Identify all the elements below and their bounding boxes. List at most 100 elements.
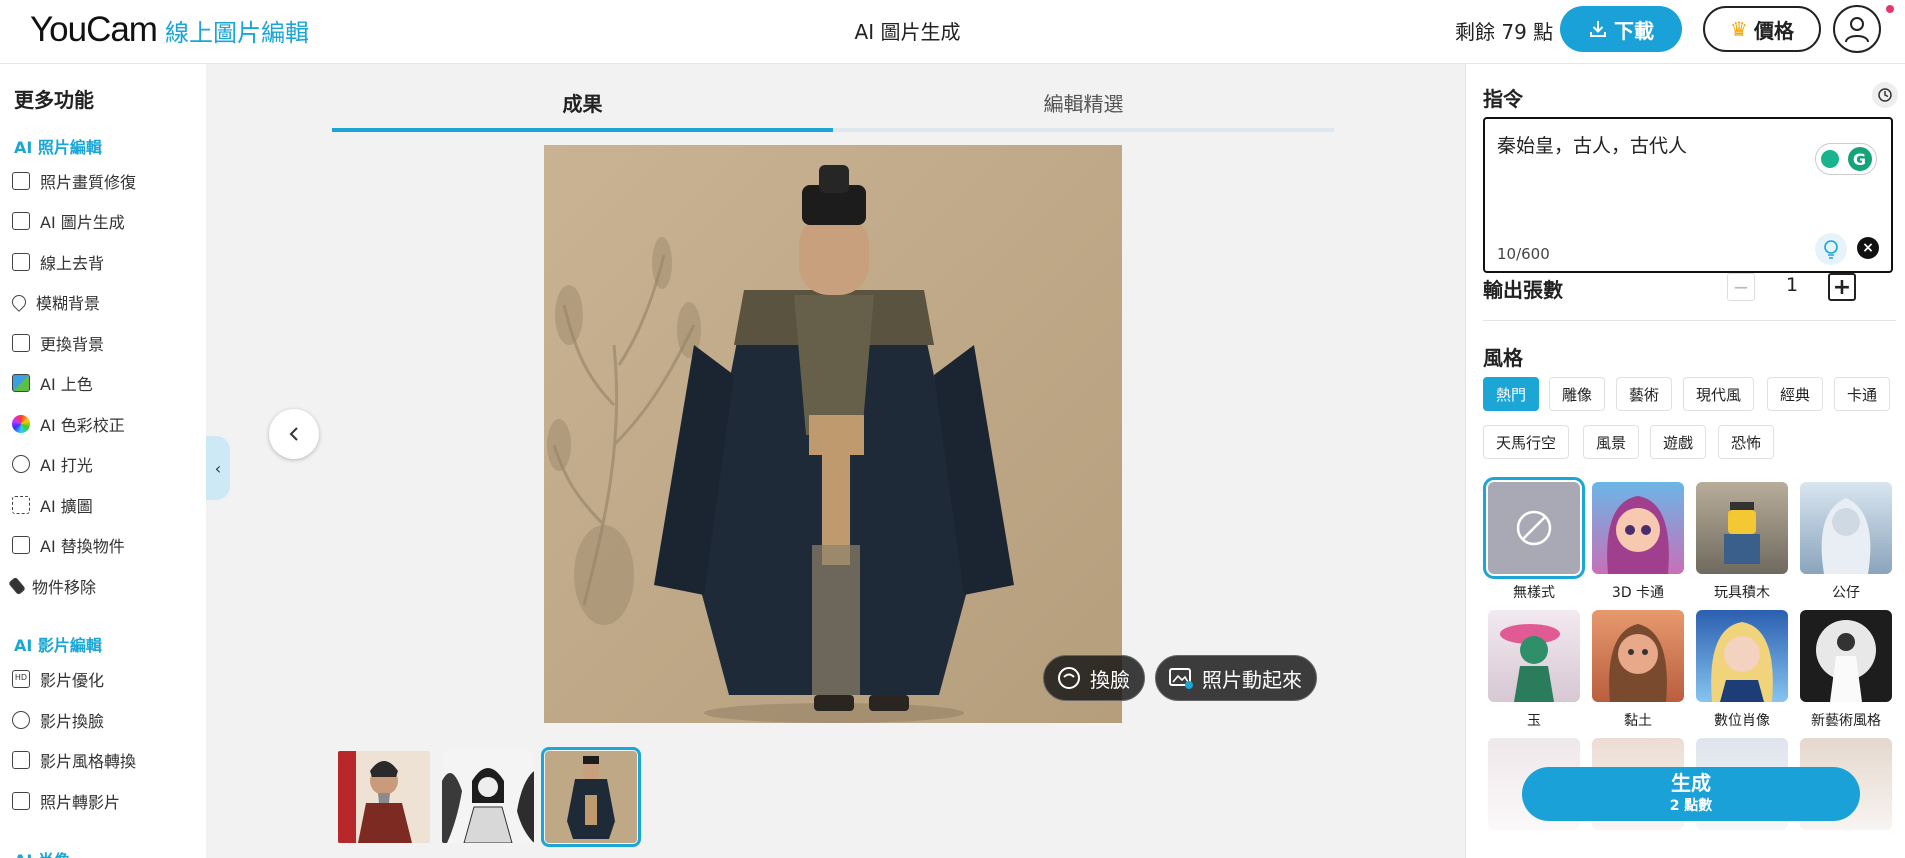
style-chip-modern[interactable]: 現代風 bbox=[1683, 377, 1755, 411]
previous-image-button[interactable] bbox=[269, 409, 319, 459]
sidebar-item-label: 影片風格轉換 bbox=[40, 752, 137, 771]
price-button[interactable]: ♛ 價格 bbox=[1703, 6, 1821, 52]
style-chip-popular[interactable]: 熱門 bbox=[1483, 377, 1540, 411]
lightbulb-icon bbox=[1824, 240, 1838, 259]
download-label: 下載 bbox=[1614, 18, 1654, 43]
download-icon bbox=[1590, 21, 1606, 37]
decrease-count-button[interactable]: − bbox=[1727, 273, 1755, 301]
sidebar: 更多功能 AI 照片編輯 照片畫質修復 AI 圖片生成 線上去背 模糊背景 更換… bbox=[0, 64, 206, 858]
style-chip-classic[interactable]: 經典 bbox=[1767, 377, 1824, 411]
sidebar-item-expand[interactable]: AI 擴圖 bbox=[12, 490, 93, 520]
style-chip-sculpture[interactable]: 雕像 bbox=[1549, 377, 1606, 411]
style-tile-label: 黏土 bbox=[1624, 713, 1652, 729]
light-icon bbox=[12, 455, 30, 473]
sidebar-item-replace[interactable]: AI 替換物件 bbox=[12, 530, 125, 560]
sidebar-item-colorize[interactable]: AI 上色 bbox=[12, 368, 93, 398]
sidebar-item-video-face-swap[interactable]: 影片換臉 bbox=[12, 705, 104, 735]
style-tile-label: 玩具積木 bbox=[1714, 585, 1770, 601]
thumbnail-result-3[interactable] bbox=[541, 747, 641, 847]
clear-prompt-button[interactable]: × bbox=[1857, 237, 1879, 259]
hd-icon: HD bbox=[12, 670, 30, 688]
colorize-icon bbox=[12, 374, 30, 392]
prompt-char-count: 10/600 bbox=[1497, 245, 1550, 263]
thumbnail-result-2[interactable] bbox=[442, 751, 534, 843]
generate-button[interactable]: 生成 2 點數 bbox=[1522, 767, 1860, 821]
grammarly-icon: G bbox=[1847, 147, 1872, 171]
blur-drop-icon bbox=[9, 292, 29, 312]
eraser-icon bbox=[8, 576, 26, 596]
prompt-input[interactable]: 秦始皇，古人，古代人 G 10/600 × bbox=[1483, 117, 1893, 273]
expand-icon bbox=[12, 496, 30, 514]
animate-photo-label: 照片動起來 bbox=[1202, 667, 1302, 692]
sidebar-item-object-removal[interactable]: 物件移除 bbox=[8, 571, 97, 601]
sidebar-item-label: 照片畫質修復 bbox=[40, 173, 137, 192]
style-chip-horror[interactable]: 恐怖 bbox=[1718, 425, 1775, 459]
sidebar-item-video-enhance[interactable]: HD 影片優化 bbox=[12, 664, 104, 694]
style-transfer-icon bbox=[12, 751, 30, 769]
sidebar-item-color-correct[interactable]: AI 色彩校正 bbox=[12, 409, 125, 439]
sidebar-collapse-button[interactable]: ‹ bbox=[206, 436, 230, 500]
tab-editors-picks[interactable]: 編輯精選 bbox=[833, 84, 1334, 132]
output-count-value: 1 bbox=[1785, 274, 1799, 296]
style-chip-game[interactable]: 遊戲 bbox=[1650, 425, 1707, 459]
section-video-editing: AI 影片編輯 bbox=[14, 636, 102, 655]
replace-icon bbox=[12, 536, 30, 554]
sidebar-item-remove-bg[interactable]: 線上去背 bbox=[12, 247, 104, 277]
color-wheel-icon bbox=[12, 415, 30, 433]
face-swap-button[interactable]: 換臉 bbox=[1043, 655, 1145, 701]
result-tabs: 成果 編輯精選 bbox=[332, 84, 1334, 132]
animate-photo-button[interactable]: 照片動起來 bbox=[1155, 655, 1317, 701]
style-chip-fantasy[interactable]: 天馬行空 bbox=[1483, 425, 1570, 459]
style-chip-art[interactable]: 藝術 bbox=[1616, 377, 1673, 411]
sidebar-item-label: AI 打光 bbox=[40, 456, 93, 475]
style-tile-none[interactable] bbox=[1483, 477, 1585, 579]
price-label: 價格 bbox=[1753, 18, 1794, 43]
photo-to-video-icon bbox=[12, 792, 30, 810]
sidebar-item-photo-to-video[interactable]: 照片轉影片 bbox=[12, 786, 120, 816]
sidebar-item-label: AI 上色 bbox=[40, 375, 93, 394]
change-bg-icon bbox=[12, 334, 30, 352]
style-tile-toy-bricks[interactable] bbox=[1696, 482, 1788, 574]
style-tile-jade[interactable] bbox=[1488, 610, 1580, 702]
sidebar-item-label: 影片優化 bbox=[40, 671, 105, 690]
face-swap-label: 換臉 bbox=[1090, 667, 1130, 692]
account-button[interactable] bbox=[1833, 5, 1881, 53]
style-tile-art-nouveau[interactable] bbox=[1800, 610, 1892, 702]
sidebar-item-label: 模糊背景 bbox=[36, 294, 101, 313]
sidebar-item-label: AI 替換物件 bbox=[40, 537, 125, 556]
style-tile-label: 3D 卡通 bbox=[1611, 585, 1665, 601]
section-photo-editing: AI 照片編輯 bbox=[14, 138, 102, 157]
sidebar-item-change-bg[interactable]: 更換背景 bbox=[12, 328, 104, 358]
section-portrait: AI 肖像 bbox=[14, 847, 70, 858]
crown-icon: ♛ bbox=[1730, 17, 1748, 41]
style-tile-label: 無樣式 bbox=[1513, 585, 1555, 601]
sidebar-item-photo-enhance[interactable]: 照片畫質修復 bbox=[12, 166, 136, 196]
download-button[interactable]: 下載 bbox=[1560, 6, 1682, 52]
prompt-suggestion-button[interactable] bbox=[1815, 233, 1847, 265]
sidebar-item-label: 物件移除 bbox=[32, 578, 97, 597]
style-tile-3d-cartoon[interactable] bbox=[1592, 482, 1684, 574]
tab-results[interactable]: 成果 bbox=[332, 84, 833, 132]
sidebar-item-label: AI 色彩校正 bbox=[40, 416, 125, 435]
style-chip-cartoon[interactable]: 卡通 bbox=[1834, 377, 1891, 411]
sidebar-item-label: AI 圖片生成 bbox=[40, 213, 125, 232]
history-button[interactable] bbox=[1872, 82, 1898, 108]
style-tile-label: 新藝術風格 bbox=[1811, 713, 1881, 729]
increase-count-button[interactable]: + bbox=[1828, 273, 1856, 301]
thumbnail-result-1[interactable] bbox=[338, 751, 430, 843]
style-heading: 風格 bbox=[1483, 346, 1523, 370]
prompt-text[interactable]: 秦始皇，古人，古代人 bbox=[1497, 131, 1687, 158]
sidebar-item-relight[interactable]: AI 打光 bbox=[12, 449, 93, 479]
output-count-label: 輸出張數 bbox=[1483, 278, 1563, 302]
style-tile-clay[interactable] bbox=[1592, 610, 1684, 702]
prompt-heading: 指令 bbox=[1483, 87, 1523, 111]
history-icon bbox=[1878, 88, 1892, 102]
grammarly-widget[interactable]: G bbox=[1815, 143, 1877, 175]
style-tile-figurine[interactable] bbox=[1800, 482, 1892, 574]
sidebar-item-video-style[interactable]: 影片風格轉換 bbox=[12, 745, 136, 775]
sidebar-item-ai-image[interactable]: AI 圖片生成 bbox=[12, 206, 125, 236]
style-tile-digital-portrait[interactable] bbox=[1696, 610, 1788, 702]
plus-icon: + bbox=[1832, 274, 1852, 300]
sidebar-item-blur-bg[interactable]: 模糊背景 bbox=[9, 287, 101, 317]
style-chip-landscape[interactable]: 風景 bbox=[1583, 425, 1640, 459]
